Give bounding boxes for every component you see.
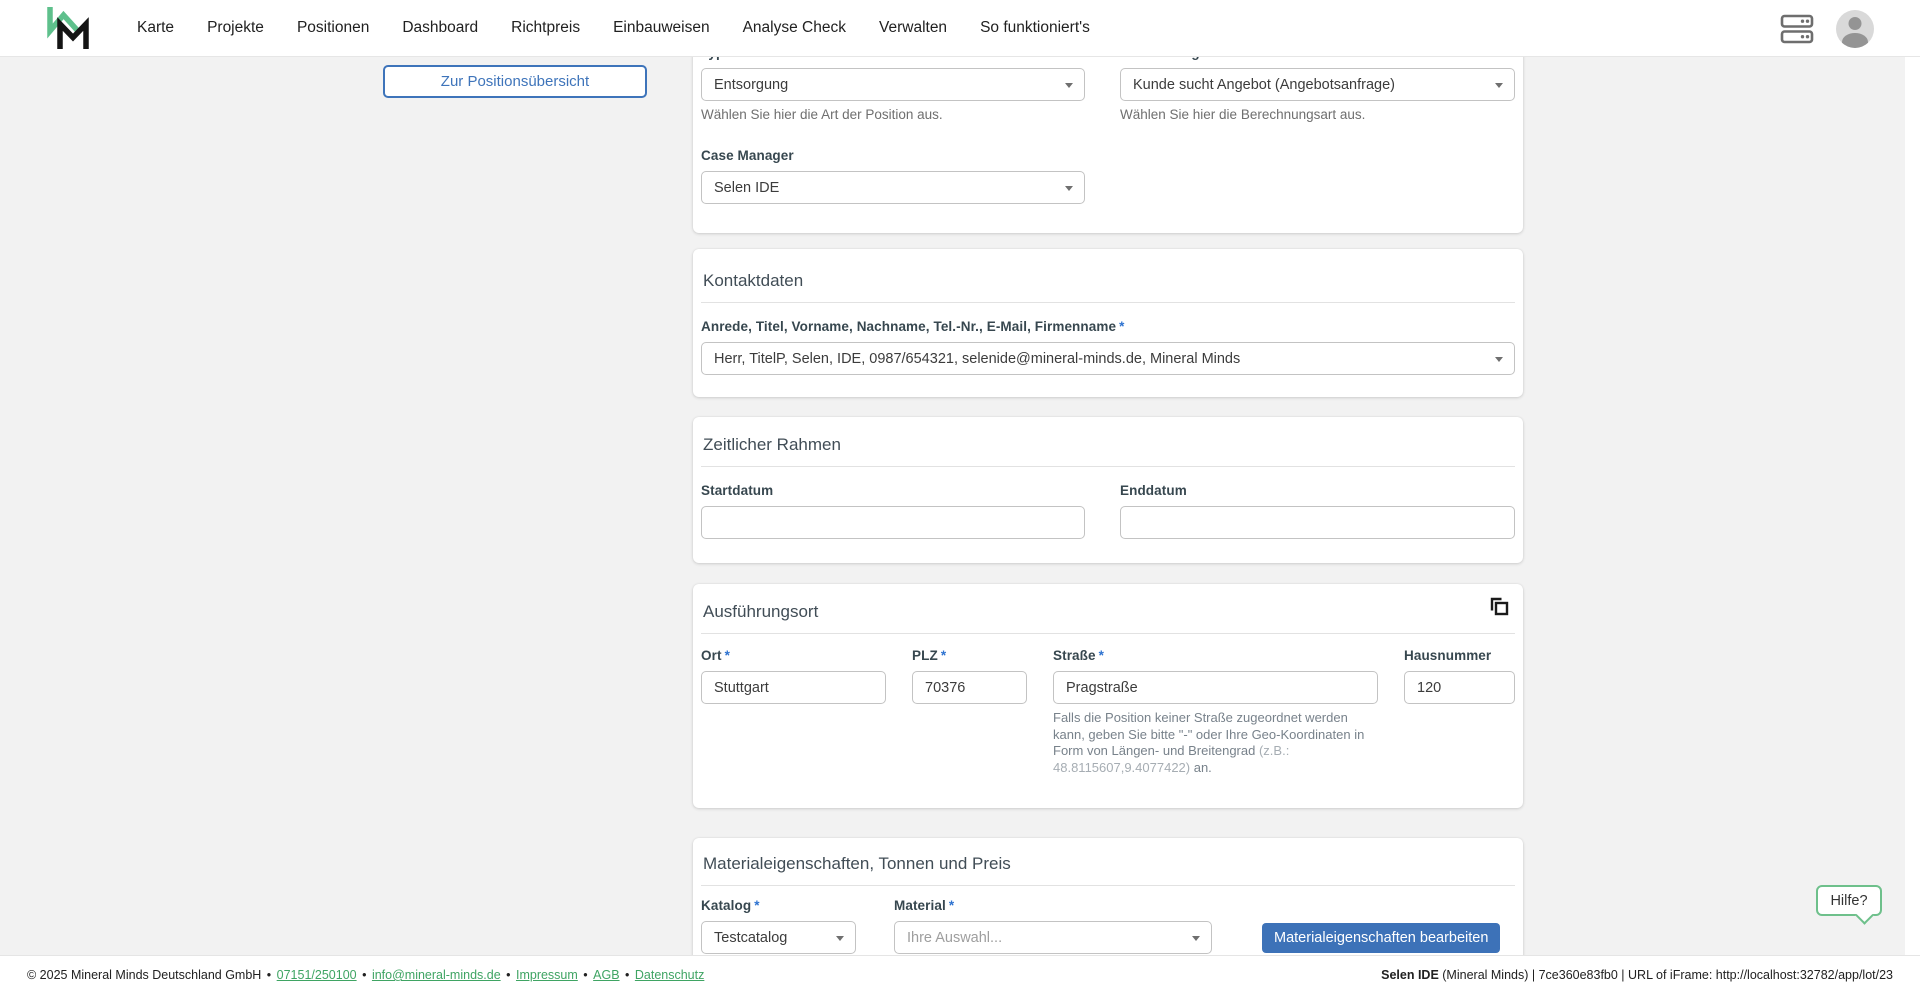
divider [701, 466, 1515, 467]
strasse-help-text: Falls die Position keiner Straße zugeord… [1053, 710, 1378, 776]
copyright-text: © 2025 Mineral Minds Deutschland GmbH [27, 968, 261, 982]
footer-link[interactable]: 07151/250100 [277, 968, 357, 982]
chevron-down-icon [836, 936, 844, 941]
calculation-help-text: Wählen Sie hier die Berechnungsart aus. [1120, 107, 1515, 122]
top-nav-bar: Karte Projekte Positionen Dashboard Richtpre… [0, 0, 1920, 57]
timeframe-card: Zeitlicher Rahmen Startdatum Enddatum [693, 417, 1523, 563]
help-button[interactable]: Hilfe? [1816, 885, 1882, 916]
chevron-down-icon [1065, 83, 1073, 88]
footer-link[interactable]: Impressum [516, 968, 578, 982]
page: Zur Positionsübersicht Typ* Entsorgung W… [0, 0, 1920, 994]
help-bubble-tail [1855, 906, 1873, 924]
case-manager-label: Case Manager [701, 148, 1085, 163]
material-section-title: Materialeigenschaften, Tonnen und Preis [701, 854, 1515, 874]
footer-left: © 2025 Mineral Minds Deutschland GmbH • … [27, 968, 704, 982]
divider [701, 885, 1515, 886]
material-select[interactable]: Ihre Auswahl... [894, 921, 1212, 954]
server-stack-icon[interactable] [1780, 14, 1814, 44]
katalog-label: Katalog* [701, 898, 856, 913]
divider [701, 302, 1515, 303]
nav-item-verwalten[interactable]: Verwalten [879, 19, 947, 37]
footer-separator: • [622, 968, 633, 982]
nav-item-karte[interactable]: Karte [137, 19, 174, 37]
calculation-type-select[interactable]: Kunde sucht Angebot (Angebotsanfrage) [1120, 68, 1515, 101]
nav-item-so-funktioniert-s[interactable]: So funktioniert's [980, 19, 1090, 37]
contact-select[interactable]: Herr, TitelP, Selen, IDE, 0987/654321, s… [701, 342, 1515, 375]
contact-card: Kontaktdaten Anrede, Titel, Vorname, Nac… [693, 249, 1523, 397]
plz-input[interactable] [912, 671, 1027, 704]
case-manager-select[interactable]: Selen IDE [701, 171, 1085, 204]
strasse-label: Straße* [1053, 648, 1378, 663]
back-to-positions-button[interactable]: Zur Positionsübersicht [383, 65, 647, 98]
edit-material-properties-button[interactable]: Materialeigenschaften bearbeiten [1262, 923, 1500, 953]
startdatum-input[interactable] [701, 506, 1085, 539]
hausnummer-input[interactable] [1404, 671, 1515, 704]
avatar-shoulders [1842, 33, 1868, 48]
material-label: Material* [894, 898, 1212, 913]
footer-separator: • [503, 968, 514, 982]
nav-item-projekte[interactable]: Projekte [207, 19, 264, 37]
footer-link[interactable]: info@mineral-minds.de [372, 968, 501, 982]
ort-label: Ort* [701, 648, 886, 663]
nav-item-richtpreis[interactable]: Richtpreis [511, 19, 580, 37]
footer: © 2025 Mineral Minds Deutschland GmbH • … [0, 955, 1920, 994]
type-help-text: Wählen Sie hier die Art der Position aus… [701, 107, 1085, 122]
hausnummer-label: Hausnummer [1404, 648, 1515, 663]
help-button-label: Hilfe? [1830, 893, 1867, 909]
avatar-head [1849, 17, 1862, 30]
nav-item-analyse-check[interactable]: Analyse Check [743, 19, 846, 37]
timeframe-section-title: Zeitlicher Rahmen [701, 435, 1515, 455]
divider [701, 633, 1515, 634]
chevron-down-icon [1065, 186, 1073, 191]
footer-separator: • [359, 968, 370, 982]
enddatum-input[interactable] [1120, 506, 1515, 539]
footer-separator: • [580, 968, 591, 982]
contact-section-title: Kontaktdaten [701, 271, 1515, 291]
chevron-down-icon [1495, 357, 1503, 362]
nav-item-einbauweisen[interactable]: Einbauweisen [613, 19, 710, 37]
copy-icon[interactable] [1487, 596, 1511, 620]
strasse-input[interactable] [1053, 671, 1378, 704]
startdatum-label: Startdatum [701, 483, 1085, 498]
user-avatar[interactable] [1836, 10, 1874, 48]
position-type-select[interactable]: Entsorgung [701, 68, 1085, 101]
topbar-right [1780, 0, 1874, 57]
session-info: Selen IDE (Mineral Minds) | 7ce360e83fb0… [1381, 968, 1893, 982]
katalog-select[interactable]: Testcatalog [701, 921, 856, 954]
chevron-down-icon [1495, 83, 1503, 88]
footer-separator: • [263, 968, 274, 982]
location-card: Ausführungsort Ort* PLZ* Straße* Falls d… [693, 584, 1523, 808]
nav-item-positionen[interactable]: Positionen [297, 19, 369, 37]
chevron-down-icon [1192, 936, 1200, 941]
ort-input[interactable] [701, 671, 886, 704]
location-section-title: Ausführungsort [701, 602, 1515, 622]
plz-label: PLZ* [912, 648, 1027, 663]
main-nav: Karte Projekte Positionen Dashboard Richtpre… [137, 19, 1090, 37]
footer-link[interactable]: Datenschutz [635, 968, 704, 982]
scrollbar-track[interactable] [1905, 0, 1920, 994]
mineral-minds-logo[interactable] [46, 5, 90, 51]
footer-link[interactable]: AGB [593, 968, 619, 982]
enddatum-label: Enddatum [1120, 483, 1515, 498]
contact-label: Anrede, Titel, Vorname, Nachname, Tel.-N… [701, 319, 1515, 334]
nav-item-dashboard[interactable]: Dashboard [402, 19, 478, 37]
